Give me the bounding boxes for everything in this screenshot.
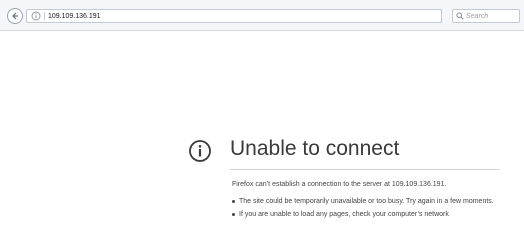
url-text[interactable]: 109.109.136.191 <box>48 11 101 22</box>
suggestion-list: The site could be temporarily unavailabl… <box>232 197 512 223</box>
url-bar[interactable]: 109.109.136.191 <box>26 9 468 23</box>
info-icon[interactable] <box>31 11 41 21</box>
browser-toolbar: 109.109.136.191 Search <box>0 0 524 31</box>
url-separator <box>44 12 45 20</box>
search-placeholder: Search <box>466 13 489 20</box>
page-title: Unable to connect <box>230 137 400 160</box>
back-arrow-icon <box>12 12 18 20</box>
title-divider <box>230 169 500 170</box>
info-circle-icon <box>189 140 211 162</box>
back-button[interactable] <box>7 8 23 24</box>
search-icon <box>456 12 464 20</box>
list-item: The site could be temporarily unavailabl… <box>232 197 512 206</box>
list-item: If you are unable to load any pages, che… <box>232 210 512 219</box>
search-input[interactable]: Search <box>452 9 520 23</box>
error-description: Firefox can’t establish a connection to … <box>232 181 447 188</box>
